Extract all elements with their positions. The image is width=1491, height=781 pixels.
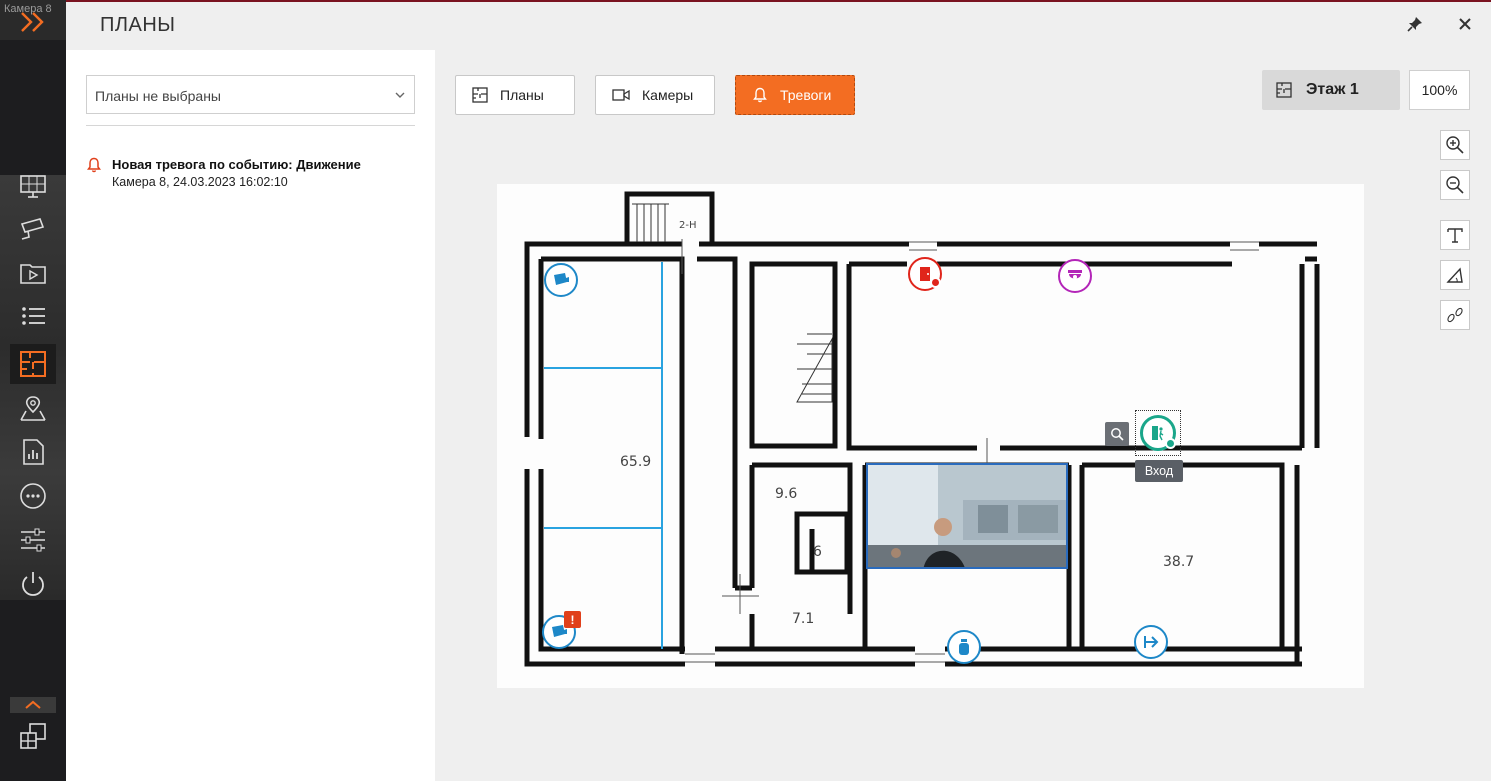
search-icon — [1111, 428, 1124, 441]
zoom-out-icon — [1446, 176, 1464, 194]
alarm-badge-icon: ! — [564, 611, 581, 628]
zoom-in-icon — [1446, 136, 1464, 154]
power-icon — [22, 572, 44, 596]
tab-cameras-label: Камеры — [642, 87, 694, 103]
bell-icon — [87, 157, 101, 173]
area-label-7-1: 7.1 — [792, 611, 815, 627]
floor-plan-canvas[interactable]: 65.9 9.6 6 7.1 38.7 2-Н ! Вход — [497, 184, 1364, 688]
bell-icon — [753, 87, 767, 103]
pin-button[interactable] — [1403, 12, 1427, 36]
tab-plans-label: Планы — [500, 87, 544, 103]
plan-select[interactable]: Планы не выбраны — [86, 75, 415, 114]
video-folder-icon — [20, 264, 46, 284]
exit-marker[interactable] — [1134, 625, 1168, 659]
rail-item-archive[interactable] — [10, 253, 56, 293]
plan-select-value: Планы не выбраны — [95, 88, 221, 104]
exit-arrow-icon — [1144, 636, 1159, 648]
video-frame-image — [868, 465, 1066, 567]
rail-item-layouts[interactable] — [10, 166, 56, 206]
close-button[interactable] — [1453, 12, 1477, 36]
report-icon — [23, 439, 44, 465]
dome-camera-icon — [1068, 270, 1082, 279]
rail-item-map[interactable] — [10, 388, 56, 428]
rail-item-settings[interactable] — [10, 520, 56, 560]
floor-plan-icon — [20, 351, 46, 377]
monitor-grid-icon — [20, 175, 46, 198]
area-label-38-7: 38.7 — [1163, 554, 1195, 570]
sliders-icon — [21, 528, 45, 552]
floor-plan-icon — [472, 87, 488, 103]
app-rail: Камера 8 — [0, 0, 66, 781]
plans-panel: ПЛАНЫ Планы не выбраны Новая тревога по … — [66, 0, 1491, 781]
alarm-list-panel: Планы не выбраны Новая тревога по событи… — [66, 50, 435, 781]
dome-camera-marker[interactable] — [1058, 259, 1092, 293]
zoom-in-button[interactable] — [1440, 130, 1470, 160]
tab-alarms-label: Тревоги — [780, 87, 832, 103]
list-icon — [22, 307, 45, 325]
area-label-6: 6 — [813, 544, 822, 560]
triangle-area-icon — [1446, 267, 1463, 283]
text-tool-button[interactable] — [1440, 220, 1470, 250]
ruler-tool-button[interactable] — [1440, 300, 1470, 330]
floor-selector-button[interactable]: Этаж 1 — [1262, 70, 1400, 110]
inspect-button[interactable] — [1105, 422, 1129, 446]
rail-item-reports[interactable] — [10, 432, 56, 472]
expand-chevrons-icon[interactable] — [19, 10, 47, 34]
cctv-camera-icon — [20, 218, 45, 240]
rail-expand-button[interactable] — [10, 697, 56, 713]
close-icon — [1459, 18, 1471, 30]
entrance-status-dot — [1165, 438, 1176, 449]
tab-plans[interactable]: Планы — [455, 75, 575, 115]
rail-item-events[interactable] — [10, 296, 56, 336]
divider — [86, 125, 415, 126]
extinguisher-icon — [959, 639, 969, 655]
more-icon — [20, 483, 46, 509]
camera-icon — [554, 273, 569, 285]
door-status-dot — [930, 277, 941, 288]
zoom-level[interactable]: 100% — [1409, 70, 1470, 110]
pin-icon — [1407, 17, 1422, 32]
zoom-out-button[interactable] — [1440, 170, 1470, 200]
windows-stack-icon — [20, 723, 46, 749]
camera-video-preview[interactable] — [866, 463, 1068, 569]
footsteps-icon — [1447, 307, 1463, 323]
rail-item-cameras[interactable] — [10, 209, 56, 249]
panel-header: ПЛАНЫ — [66, 2, 1491, 50]
alarm-title: Новая тревога по событию: Движение — [112, 157, 361, 172]
map-pin-icon — [20, 396, 46, 421]
rail-item-windows[interactable] — [10, 716, 56, 756]
video-camera-icon — [612, 89, 630, 101]
chevron-down-icon — [395, 92, 405, 98]
chevron-up-icon — [25, 700, 41, 709]
tab-cameras[interactable]: Камеры — [595, 75, 715, 115]
alarm-list-item[interactable]: Новая тревога по событию: Движение Камер… — [86, 155, 415, 195]
rail-item-plans[interactable] — [10, 344, 56, 384]
page-title: ПЛАНЫ — [100, 14, 176, 36]
area-tool-button[interactable] — [1440, 260, 1470, 290]
rail-item-more[interactable] — [10, 476, 56, 516]
camera-marker-top-left[interactable] — [544, 263, 578, 297]
alarm-subtitle: Камера 8, 24.03.2023 16:02:10 — [112, 175, 288, 189]
tab-alarms[interactable]: Тревоги — [735, 75, 855, 115]
rail-item-exit[interactable] — [10, 564, 56, 604]
area-label-stair: 2-Н — [679, 220, 697, 231]
area-label-65-9: 65.9 — [620, 454, 652, 470]
floor-plan-icon — [1276, 82, 1292, 98]
marker-tooltip: Вход — [1135, 460, 1183, 482]
text-icon — [1447, 228, 1463, 243]
area-label-9-6: 9.6 — [775, 486, 798, 502]
floor-label: Этаж 1 — [1306, 81, 1359, 98]
extinguisher-marker[interactable] — [947, 630, 981, 664]
